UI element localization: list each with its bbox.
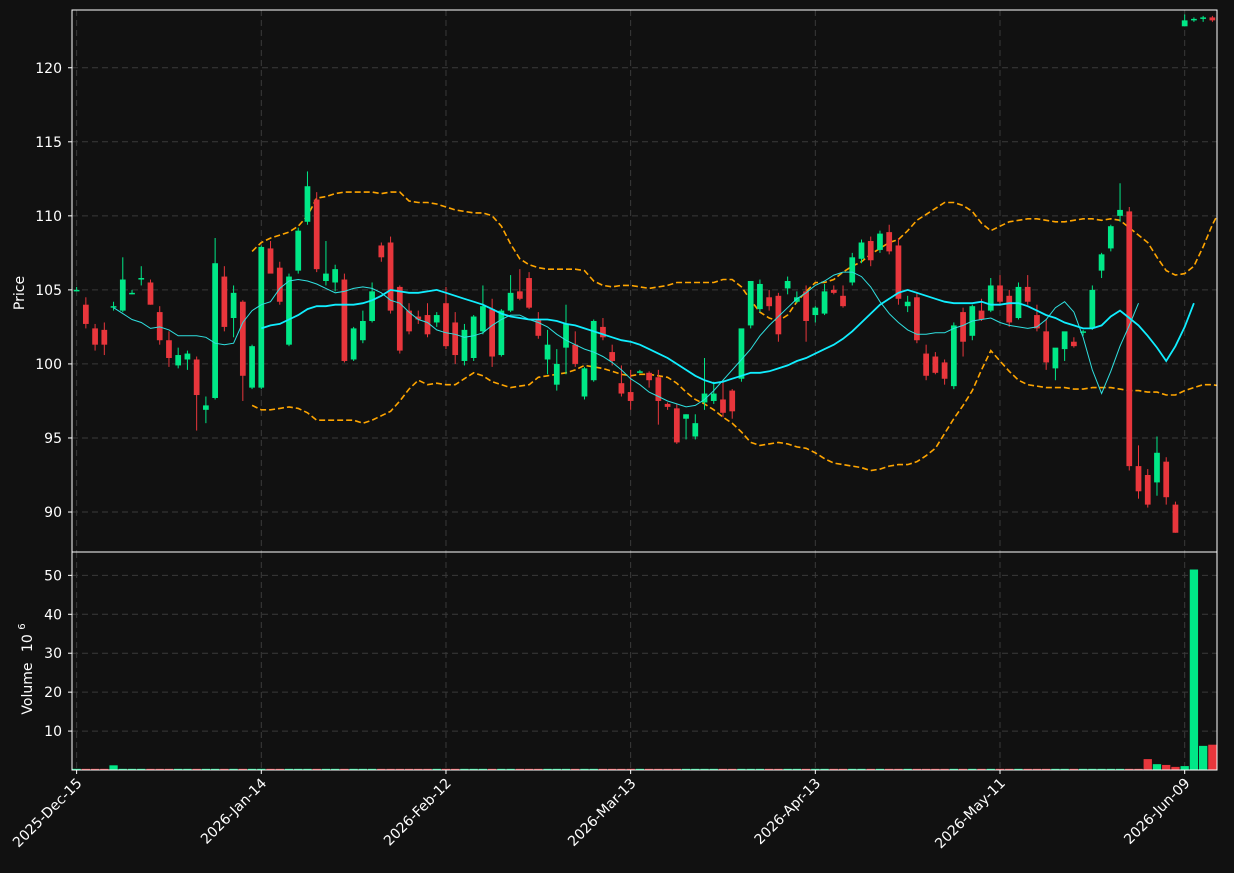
candle: [498, 309, 505, 357]
candle: [286, 273, 292, 347]
price-tick-label: 120: [35, 61, 62, 77]
volume-bar: [1162, 764, 1171, 770]
candle: [350, 326, 357, 361]
candle: [1172, 501, 1179, 533]
volume-tick-label: 20: [44, 685, 62, 701]
price-tick-label: 115: [35, 135, 62, 151]
candle: [313, 192, 320, 273]
price-tick-label: 105: [35, 283, 62, 299]
candle: [757, 279, 763, 313]
volume-bar: [1180, 766, 1189, 770]
candle: [387, 236, 394, 314]
price-tick-label: 100: [35, 357, 62, 373]
volume-bar: [1189, 569, 1199, 770]
candle: [581, 366, 588, 400]
candle: [914, 292, 920, 344]
volume-tick-label: 10: [44, 724, 62, 740]
candle: [341, 273, 348, 363]
candle: [673, 403, 680, 444]
volume-bar: [1198, 745, 1208, 770]
volume-bar: [1143, 759, 1152, 770]
candle: [295, 227, 302, 274]
chart-background: [0, 0, 1234, 873]
volume-axis-label-exponent: 6: [17, 623, 28, 629]
candle: [147, 279, 154, 305]
candle: [1089, 285, 1096, 330]
candle: [1015, 282, 1022, 320]
candle: [950, 322, 957, 390]
price-tick-label: 90: [44, 505, 62, 521]
candle: [590, 319, 597, 382]
candle: [1126, 206, 1133, 471]
candle: [396, 285, 403, 354]
volume-bar: [1208, 744, 1217, 770]
volume-tick-label: 40: [44, 607, 62, 623]
price-axis-label: Price: [12, 276, 28, 310]
candlestick-chart: 90 95 100 105 110 115 120 Price 10 20 30 40 50 Vol…: [0, 0, 1234, 873]
candle: [747, 281, 754, 329]
candle: [877, 230, 883, 253]
candle: [1107, 224, 1114, 252]
volume-axis-label-text: Volume: [20, 663, 36, 715]
candle: [849, 252, 856, 286]
price-tick-label: 95: [44, 431, 62, 447]
volume-axis-label: Volume 10 6: [17, 623, 36, 714]
volume-axis-label-scale: 10: [20, 634, 36, 652]
volume-bar: [1152, 764, 1162, 770]
volume-bar: [109, 765, 118, 770]
price-tick-label: 110: [35, 209, 62, 225]
candle: [249, 344, 255, 390]
candle: [258, 245, 265, 390]
candle: [738, 328, 745, 382]
candle: [276, 261, 283, 305]
volume-tick-label: 30: [44, 646, 62, 662]
candle: [470, 315, 477, 361]
candle: [461, 323, 468, 366]
volume-tick-label: 50: [44, 568, 62, 584]
